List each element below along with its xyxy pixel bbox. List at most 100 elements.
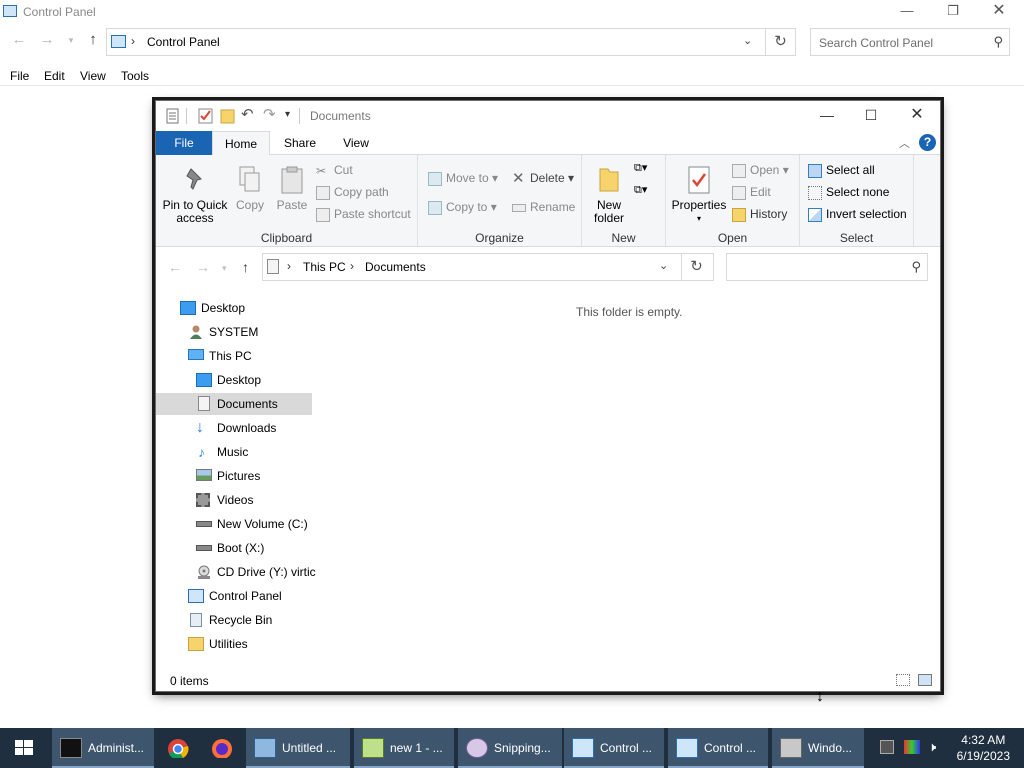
rename-button[interactable]: Rename [512, 200, 575, 218]
back-button[interactable]: ← [168, 259, 182, 275]
explorer-minimize-button[interactable]: — [804, 101, 850, 131]
select-none-label: Select none [826, 185, 890, 199]
copy-to-button[interactable]: Copy to ▾ [428, 200, 497, 218]
help-icon[interactable]: ? [919, 134, 936, 151]
tree-item-utilities[interactable]: Utilities [188, 633, 318, 655]
move-to-icon [428, 171, 442, 186]
taskbar-button-control-panel-1[interactable]: Control ... [564, 728, 664, 768]
redo-icon[interactable]: ↷ [263, 105, 276, 123]
taskbar-button-notepad[interactable]: Untitled ... [246, 728, 350, 768]
search-documents-input[interactable]: ⚲ [726, 253, 928, 281]
paste-shortcut-button[interactable]: Paste shortcut [316, 207, 411, 225]
easy-access-icon[interactable]: ⧉▾ [634, 183, 647, 197]
tree-item-recycle-bin[interactable]: Recycle Bin [188, 609, 318, 631]
up-button[interactable]: ↑ [242, 259, 249, 275]
breadcrumb-documents[interactable]: Documents [365, 260, 426, 274]
tree-item-music[interactable]: ♪ Music [196, 441, 316, 463]
tab-file[interactable]: File [156, 131, 212, 155]
clock[interactable]: 4:32 AM 6/19/2023 [957, 732, 1010, 764]
taskbar-button-admin[interactable]: Administ... [52, 728, 154, 768]
address-bar[interactable]: › Control Panel ⌄ ↻ [106, 28, 796, 56]
menu-file[interactable]: File [10, 69, 29, 83]
volume-muted-icon[interactable]: 🕨 [928, 739, 936, 755]
open-button[interactable]: Open ▾ [732, 163, 789, 181]
taskbar-button-windows-setup[interactable]: Windo... [772, 728, 864, 768]
paste-button[interactable]: Paste [274, 165, 310, 212]
new-folder-quick-icon[interactable] [220, 108, 236, 124]
move-to-button[interactable]: Move to ▾ [428, 171, 498, 189]
customize-quick-access-icon[interactable]: ▾ [285, 109, 290, 125]
copy-button[interactable]: Copy [232, 165, 268, 212]
select-group-label: Select [839, 231, 874, 245]
search-icon[interactable]: ⚲ [993, 34, 1003, 50]
select-none-button[interactable]: Select none [808, 185, 889, 203]
taskbar-button-notepadpp[interactable]: new 1 - ... [354, 728, 454, 768]
tree-item-downloads[interactable]: ↓ Downloads [196, 417, 316, 439]
tree-item-videos[interactable]: Videos [196, 489, 316, 511]
history-button[interactable]: History [732, 207, 787, 225]
collapse-ribbon-icon[interactable]: ︿ [899, 135, 910, 151]
delete-button[interactable]: ✕ Delete ▾ [512, 171, 574, 189]
chevron-down-icon[interactable]: ⌄ [743, 34, 752, 47]
firefox-icon [212, 739, 232, 758]
checkmark-quick-icon[interactable] [198, 108, 214, 124]
taskbar-button-chrome[interactable] [158, 728, 198, 768]
properties-quick-icon[interactable] [166, 108, 180, 124]
invert-selection-button[interactable]: Invert selection [808, 207, 907, 225]
tree-item-control-panel[interactable]: Control Panel [188, 585, 318, 607]
tab-view[interactable]: View [330, 131, 382, 155]
tree-item-desktop[interactable]: Desktop [180, 297, 310, 319]
forward-button[interactable]: → [36, 28, 58, 52]
edit-button[interactable]: Edit [732, 185, 771, 203]
tree-item-label: Recycle Bin [209, 613, 273, 627]
tree-item-desktop-sub[interactable]: Desktop [196, 369, 316, 391]
forward-button[interactable]: → [196, 259, 210, 275]
explorer-maximize-button[interactable]: ☐ [848, 101, 894, 131]
search-control-panel-input[interactable]: Search Control Panel ⚲ [810, 28, 1010, 56]
copy-path-button[interactable]: Copy path [316, 185, 389, 203]
new-item-icon[interactable]: ⧉▾ [634, 161, 647, 175]
cut-button[interactable]: ✂ Cut [316, 163, 353, 181]
refresh-button[interactable]: ↻ [681, 254, 711, 280]
recent-locations-icon[interactable]: ▾ [222, 263, 227, 274]
tab-share[interactable]: Share [272, 131, 328, 155]
tree-item-system[interactable]: SYSTEM [188, 321, 318, 343]
chevron-down-icon[interactable]: ⌄ [659, 259, 668, 272]
tree-item-documents[interactable]: Documents [156, 393, 312, 415]
new-folder-button[interactable]: New folder [586, 165, 632, 225]
breadcrumb-this-pc[interactable]: This PC [303, 260, 346, 274]
explorer-address-bar[interactable]: › This PC › Documents ⌄ ↻ [262, 253, 714, 281]
tab-home[interactable]: Home [212, 131, 270, 156]
tree-item-new-volume-c[interactable]: New Volume (C:) [196, 513, 326, 535]
refresh-button[interactable]: ↻ [765, 29, 795, 55]
undo-icon[interactable]: ↶ [241, 105, 254, 123]
up-button[interactable]: ↑ [82, 28, 104, 52]
network-icon[interactable] [880, 740, 894, 754]
taskbar-button-control-panel-2[interactable]: Control ... [668, 728, 768, 768]
tree-item-boot-x[interactable]: Boot (X:) [196, 537, 316, 559]
display-icon[interactable] [904, 740, 920, 754]
select-all-button[interactable]: Select all [808, 163, 875, 181]
menu-tools[interactable]: Tools [121, 69, 149, 83]
tree-item-label: Documents [217, 397, 278, 411]
menu-edit[interactable]: Edit [44, 69, 65, 83]
taskbar-button-snipping[interactable]: Snipping... [458, 728, 562, 768]
menu-view[interactable]: View [80, 69, 106, 83]
search-icon[interactable]: ⚲ [911, 259, 921, 275]
pin-to-quick-access-button[interactable]: Pin to Quick access [162, 165, 228, 225]
taskbar-button-firefox[interactable] [202, 728, 242, 768]
explorer-close-button[interactable]: ✕ [894, 101, 940, 131]
properties-button[interactable]: Properties ▾ [670, 165, 728, 225]
minimize-button[interactable]: — [884, 0, 930, 24]
tree-item-this-pc[interactable]: This PC [188, 345, 318, 367]
tree-item-cd-drive-y[interactable]: CD Drive (Y:) virtic [196, 561, 346, 583]
breadcrumb-control-panel[interactable]: Control Panel [147, 35, 220, 49]
windows-start-icon[interactable] [0, 728, 48, 768]
restore-button[interactable]: ❐ [930, 0, 976, 24]
recent-locations-icon[interactable]: ▾ [60, 28, 82, 52]
large-icons-view-icon[interactable] [918, 674, 932, 686]
tree-item-pictures[interactable]: Pictures [196, 465, 316, 487]
back-button[interactable]: ← [8, 28, 30, 52]
details-view-icon[interactable] [896, 674, 910, 686]
close-button[interactable]: ✕ [976, 0, 1022, 24]
